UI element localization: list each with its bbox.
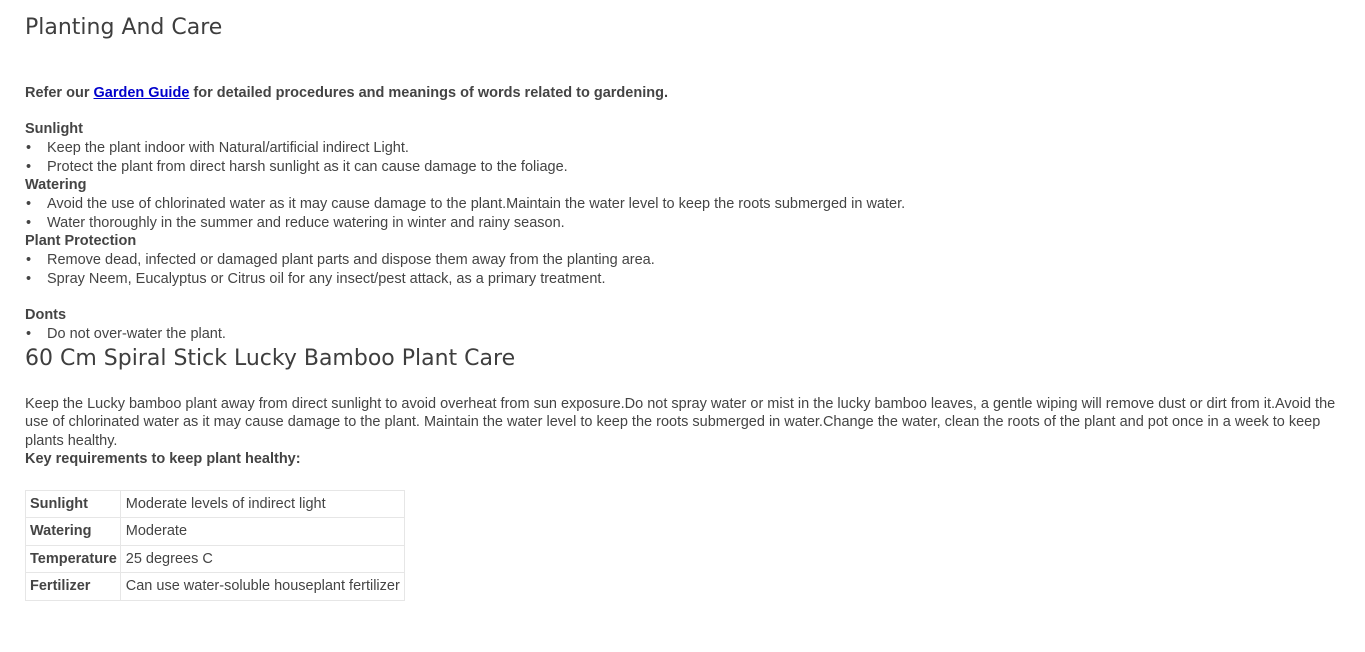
- plant-protection-list: Remove dead, infected or damaged plant p…: [25, 251, 1340, 288]
- sunlight-heading: Sunlight: [25, 121, 83, 137]
- table-value-cell: 25 degrees C: [119, 544, 405, 573]
- watering-list: Avoid the use of chlorinated water as it…: [25, 195, 1340, 232]
- table-row: Fertilizer Can use water-soluble housepl…: [25, 572, 405, 601]
- table-row: Sunlight Moderate levels of indirect lig…: [25, 489, 405, 518]
- care-title: 60 Cm Spiral Stick Lucky Bamboo Plant Ca…: [25, 345, 516, 371]
- requirements-table: Sunlight Moderate levels of indirect lig…: [25, 489, 405, 601]
- page: Planting And Care Refer our Garden Guide…: [0, 0, 1365, 601]
- list-item: Avoid the use of chlorinated water as it…: [25, 195, 1340, 214]
- garden-guide-link[interactable]: Garden Guide: [94, 85, 190, 101]
- list-item: Water thoroughly in the summer and reduc…: [25, 214, 1340, 233]
- intro-before: Refer our: [25, 85, 94, 101]
- watering-heading: Watering: [25, 177, 87, 193]
- list-item: Keep the plant indoor with Natural/artif…: [25, 139, 1340, 158]
- table-value-cell: Moderate levels of indirect light: [119, 489, 405, 518]
- table-key-cell: Fertilizer: [25, 572, 121, 601]
- list-item: Protect the plant from direct harsh sunl…: [25, 158, 1340, 177]
- table-row: Watering Moderate: [25, 517, 405, 546]
- plant-protection-heading: Plant Protection: [25, 233, 137, 249]
- donts-list: Do not over-water the plant.: [25, 325, 1340, 344]
- table-value-cell: Can use water-soluble houseplant fertili…: [119, 572, 405, 601]
- care-description: Keep the Lucky bamboo plant away from di…: [25, 395, 1336, 449]
- table-key-cell: Sunlight: [25, 489, 121, 518]
- table-row: Temperature 25 degrees C: [25, 544, 405, 573]
- table-key-cell: Temperature: [25, 544, 121, 573]
- list-item: Spray Neem, Eucalyptus or Citrus oil for…: [25, 270, 1340, 289]
- planting-title: Planting And Care: [25, 15, 223, 40]
- intro-text: Refer our Garden Guide for detailed proc…: [25, 83, 1340, 103]
- list-item: Remove dead, infected or damaged plant p…: [25, 251, 1340, 270]
- key-requirements-label: Key requirements to keep plant healthy:: [25, 451, 301, 467]
- table-value-cell: Moderate: [119, 517, 405, 546]
- sunlight-list: Keep the plant indoor with Natural/artif…: [25, 139, 1340, 176]
- table-key-cell: Watering: [25, 517, 121, 546]
- list-item: Do not over-water the plant.: [25, 325, 1340, 344]
- intro-after: for detailed procedures and meanings of …: [189, 85, 668, 101]
- donts-heading: Donts: [25, 307, 67, 323]
